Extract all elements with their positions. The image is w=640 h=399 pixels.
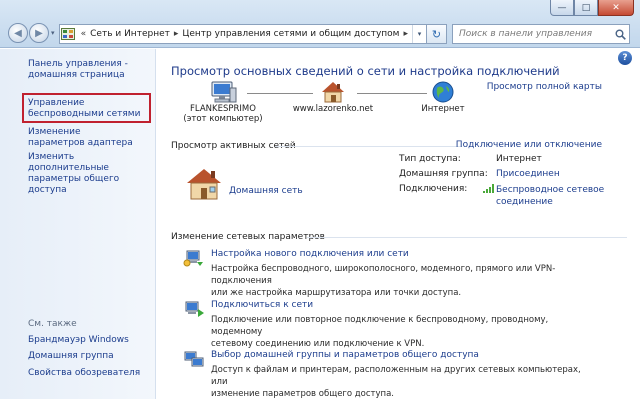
sidebar: Панель управления - домашняя страница Уп… — [0, 49, 156, 399]
arrow-left-icon: ◀ — [14, 27, 22, 39]
help-button[interactable]: ? — [618, 51, 632, 65]
minimize-button[interactable]: — — [550, 0, 574, 16]
divider — [275, 146, 462, 147]
back-button[interactable]: ◀ — [8, 23, 28, 43]
task-new-connection-link[interactable]: Настройка нового подключения или сети — [211, 249, 409, 259]
globe-icon — [403, 80, 483, 104]
arrow-right-icon: ▶ — [35, 27, 43, 39]
connect-disconnect-link[interactable]: Подключение или отключение — [456, 140, 602, 150]
homegroup-label: Домашняя группа: — [399, 169, 488, 179]
window-chrome: — □ ✕ ◀ ▶ ▾ « Сеть и Интернет ▸ Центр уп… — [0, 0, 640, 48]
house-icon — [289, 80, 377, 104]
sidebar-item-control-panel-home[interactable]: Панель управления - домашняя страница — [28, 59, 153, 81]
map-local-network: www.lazorenko.net — [289, 80, 377, 114]
map-this-computer: FLANKESPRIMO (этот компьютер) — [179, 80, 267, 124]
access-type-value: Интернет — [496, 154, 542, 164]
see-also-heading: См. также — [28, 319, 77, 329]
task-desc-line: Подключение или повторное подключение к … — [211, 315, 549, 337]
computer-subtitle: (этот компьютер) — [183, 114, 263, 124]
task-desc-line: или же настройка маршрутизатора или точк… — [211, 288, 462, 298]
sidebar-item-internet-options[interactable]: Свойства обозревателя — [28, 368, 153, 379]
computer-icon — [179, 80, 267, 104]
window-controls: — □ ✕ — [550, 0, 634, 16]
maximize-button[interactable]: □ — [574, 0, 598, 16]
sidebar-item-manage-wireless[interactable]: Управление беспроводными сетями — [28, 98, 146, 120]
change-settings-heading: Изменение сетевых параметров — [171, 232, 325, 242]
address-bar[interactable]: « Сеть и Интернет ▸ Центр управления сет… — [59, 24, 447, 44]
wireless-connection-line2[interactable]: соединение — [496, 196, 604, 208]
search-box[interactable]: Поиск в панели управления — [452, 24, 630, 44]
sidebar-item-adapter-settings[interactable]: Изменение параметров адаптера — [28, 127, 138, 149]
home-network-icon[interactable] — [185, 167, 223, 204]
breadcrumb-network-center[interactable]: Центр управления сетями и общим доступом — [182, 29, 399, 39]
map-internet: Интернет — [403, 80, 483, 114]
homegroup-sharing-icon — [183, 349, 205, 369]
task-homegroup-link[interactable]: Выбор домашней группы и параметров общег… — [211, 350, 479, 360]
close-button[interactable]: ✕ — [598, 0, 634, 16]
breadcrumb-network-internet[interactable]: Сеть и Интернет — [90, 29, 170, 39]
breadcrumb-separator[interactable]: ▸ — [174, 29, 179, 39]
sidebar-item-firewall[interactable]: Брандмауэр Windows — [28, 335, 153, 346]
computer-name: FLANKESPRIMO — [190, 104, 256, 114]
history-dropdown[interactable]: ▾ — [51, 29, 55, 37]
connections-label: Подключения: — [399, 184, 468, 194]
search-input[interactable]: Поиск в панели управления — [453, 29, 611, 39]
task-homegroup-desc: Доступ к файлам и принтерам, расположенн… — [211, 364, 591, 399]
task-desc-line: изменение параметров общего доступа. — [211, 389, 395, 399]
access-type-label: Тип доступа: — [399, 154, 461, 164]
new-connection-icon — [183, 248, 205, 268]
main-content: ? Просмотр основных сведений о сети и на… — [157, 49, 640, 399]
task-desc-line: Настройка беспроводного, широкополосного… — [211, 264, 556, 286]
wifi-signal-icon — [483, 184, 494, 196]
internet-label: Интернет — [421, 104, 465, 114]
task-desc-line: сетевому соединению или подключение к VP… — [211, 339, 425, 349]
breadcrumb-separator[interactable]: ▸ — [403, 29, 408, 39]
full-map-link[interactable]: Просмотр полной карты — [487, 82, 602, 92]
search-icon[interactable] — [611, 29, 629, 40]
network-name: www.lazorenko.net — [292, 104, 374, 114]
address-actions: ▾ ↻ — [412, 25, 446, 43]
page-title: Просмотр основных сведений о сети и наст… — [171, 64, 560, 78]
sidebar-item-sharing-settings[interactable]: Изменить дополнительные параметры общего… — [28, 152, 153, 196]
forward-button[interactable]: ▶ — [29, 23, 49, 43]
address-dropdown[interactable]: ▾ — [412, 25, 426, 43]
breadcrumb-overflow[interactable]: « — [81, 29, 87, 39]
wireless-connection-link[interactable]: Беспроводное сетевое соединение — [496, 184, 604, 208]
control-panel-icon — [60, 25, 77, 43]
connect-network-icon — [183, 299, 205, 319]
task-connect-network-desc: Подключение или повторное подключение к … — [211, 314, 591, 350]
home-network-link[interactable]: Домашняя сеть — [229, 186, 303, 196]
divider — [307, 237, 627, 238]
task-desc-line: Доступ к файлам и принтерам, расположенн… — [211, 365, 581, 387]
sidebar-item-homegroup[interactable]: Домашняя группа — [28, 351, 153, 362]
task-new-connection-desc: Настройка беспроводного, широкополосного… — [211, 263, 591, 299]
wireless-connection-line1[interactable]: Беспроводное сетевое — [496, 184, 604, 196]
homegroup-link[interactable]: Присоединен — [496, 169, 560, 179]
task-connect-network-link[interactable]: Подключиться к сети — [211, 300, 313, 310]
refresh-button[interactable]: ↻ — [426, 25, 446, 43]
